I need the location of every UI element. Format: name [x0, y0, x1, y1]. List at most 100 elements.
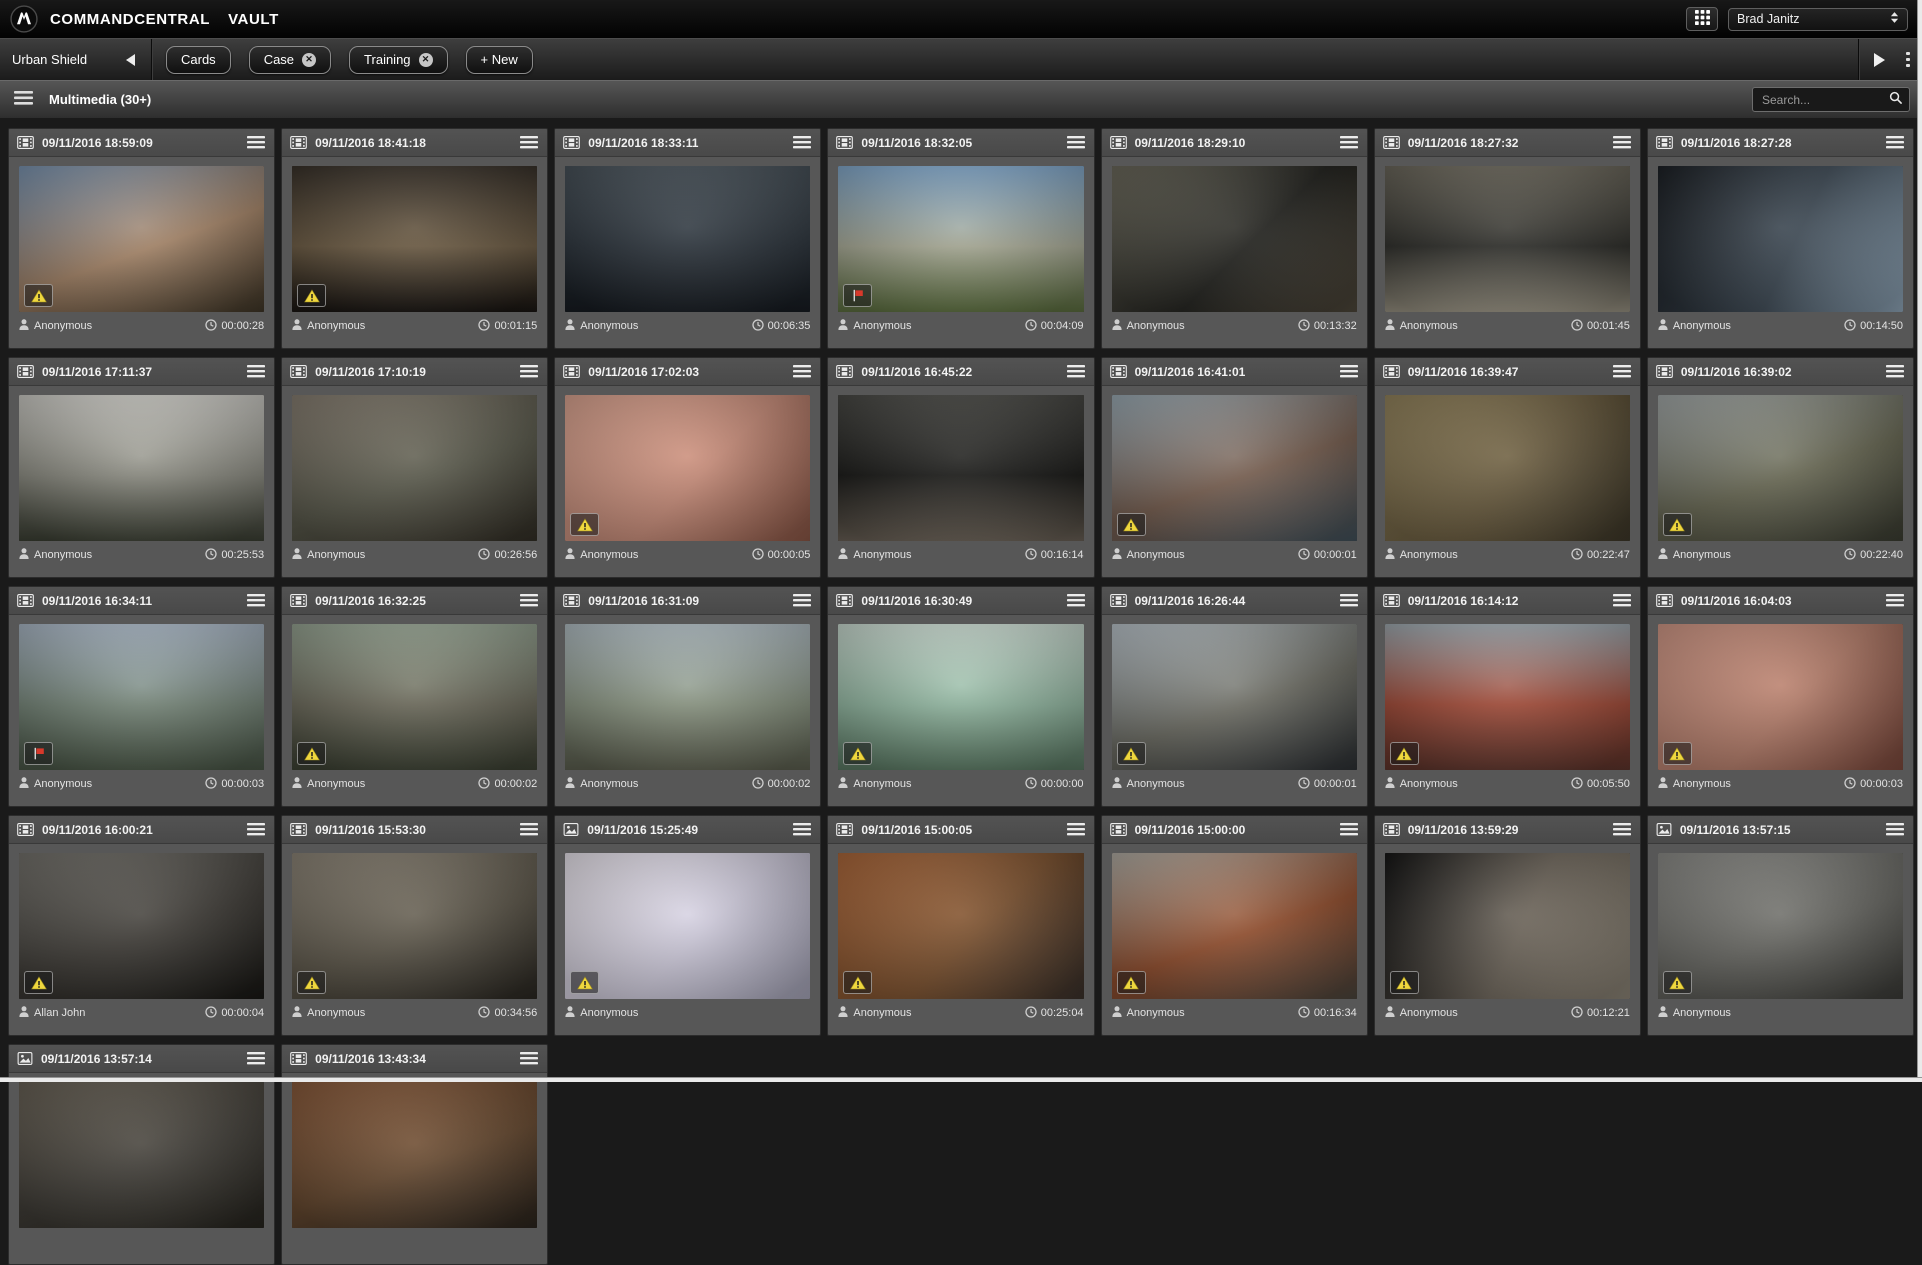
media-thumbnail[interactable]: [838, 395, 1083, 541]
media-thumbnail[interactable]: [1658, 624, 1903, 770]
media-thumbnail[interactable]: [1658, 853, 1903, 999]
section-menu-button[interactable]: [12, 89, 35, 110]
media-thumbnail[interactable]: [1112, 853, 1357, 999]
media-card[interactable]: 09/11/2016 16:26:44Anonymous00:00:01: [1101, 586, 1368, 807]
media-card[interactable]: 09/11/2016 16:04:03Anonymous00:00:03: [1647, 586, 1914, 807]
thumbnail-area[interactable]: [555, 157, 820, 312]
media-thumbnail[interactable]: [1658, 395, 1903, 541]
thumbnail-area[interactable]: [555, 844, 820, 999]
card-menu-button[interactable]: [792, 821, 812, 838]
media-card[interactable]: 09/11/2016 13:57:15Anonymous: [1647, 815, 1914, 1036]
tab-close-icon[interactable]: ✕: [302, 53, 316, 67]
card-menu-button[interactable]: [792, 134, 812, 151]
card-menu-button[interactable]: [1612, 363, 1632, 380]
search-icon[interactable]: [1889, 91, 1902, 109]
media-card[interactable]: 09/11/2016 16:41:01Anonymous00:00:01: [1101, 357, 1368, 578]
thumbnail-area[interactable]: [1375, 157, 1640, 312]
search-box[interactable]: [1752, 87, 1910, 112]
media-card[interactable]: 09/11/2016 16:39:47Anonymous00:22:47: [1374, 357, 1641, 578]
media-card[interactable]: 09/11/2016 13:59:29Anonymous00:12:21: [1374, 815, 1641, 1036]
thumbnail-area[interactable]: [9, 157, 274, 312]
card-menu-button[interactable]: [519, 592, 539, 609]
search-input[interactable]: [1760, 92, 1889, 108]
thumbnail-area[interactable]: [1375, 844, 1640, 999]
thumbnail-area[interactable]: [1102, 615, 1367, 770]
media-thumbnail[interactable]: [292, 624, 537, 770]
media-thumbnail[interactable]: [1385, 395, 1630, 541]
thumbnail-area[interactable]: [282, 844, 547, 999]
thumbnail-area[interactable]: [282, 386, 547, 541]
card-menu-button[interactable]: [1339, 134, 1359, 151]
collapse-left-icon[interactable]: [126, 54, 135, 66]
thumbnail-area[interactable]: [1648, 386, 1913, 541]
thumbnail-area[interactable]: [9, 386, 274, 541]
media-card[interactable]: 09/11/2016 16:39:02Anonymous00:22:40: [1647, 357, 1914, 578]
card-menu-button[interactable]: [246, 363, 266, 380]
thumbnail-area[interactable]: [9, 615, 274, 770]
media-card[interactable]: 09/11/2016 16:14:12Anonymous00:05:50: [1374, 586, 1641, 807]
media-thumbnail[interactable]: [1658, 166, 1903, 312]
media-card[interactable]: 09/11/2016 18:27:28Anonymous00:14:50: [1647, 128, 1914, 349]
card-menu-button[interactable]: [1612, 134, 1632, 151]
tab-training[interactable]: Training✕: [349, 46, 447, 74]
tab-cards[interactable]: Cards: [166, 46, 231, 74]
thumbnail-area[interactable]: [828, 615, 1093, 770]
thumbnail-area[interactable]: [828, 157, 1093, 312]
media-thumbnail[interactable]: [292, 1082, 537, 1228]
thumbnail-area[interactable]: [1648, 844, 1913, 999]
new-tab-button[interactable]: + New: [466, 46, 533, 74]
card-menu-button[interactable]: [1066, 363, 1086, 380]
thumbnail-area[interactable]: [1375, 386, 1640, 541]
thumbnail-area[interactable]: [555, 615, 820, 770]
media-thumbnail[interactable]: [292, 853, 537, 999]
media-thumbnail[interactable]: [1112, 624, 1357, 770]
card-menu-button[interactable]: [1885, 363, 1905, 380]
media-card[interactable]: 09/11/2016 16:31:09Anonymous00:00:02: [554, 586, 821, 807]
media-card[interactable]: 09/11/2016 18:59:09Anonymous00:00:28: [8, 128, 275, 349]
media-thumbnail[interactable]: [565, 395, 810, 541]
media-thumbnail[interactable]: [1385, 853, 1630, 999]
media-thumbnail[interactable]: [1112, 395, 1357, 541]
media-thumbnail[interactable]: [1385, 624, 1630, 770]
media-thumbnail[interactable]: [19, 624, 264, 770]
media-thumbnail[interactable]: [292, 395, 537, 541]
card-menu-button[interactable]: [792, 592, 812, 609]
thumbnail-area[interactable]: [828, 386, 1093, 541]
card-menu-button[interactable]: [519, 363, 539, 380]
thumbnail-area[interactable]: [1648, 615, 1913, 770]
media-card[interactable]: 09/11/2016 18:33:11Anonymous00:06:35: [554, 128, 821, 349]
media-thumbnail[interactable]: [838, 624, 1083, 770]
overflow-menu-icon[interactable]: [1900, 50, 1916, 70]
media-thumbnail[interactable]: [838, 166, 1083, 312]
media-thumbnail[interactable]: [838, 853, 1083, 999]
media-thumbnail[interactable]: [1112, 166, 1357, 312]
card-menu-button[interactable]: [519, 1050, 539, 1067]
user-menu[interactable]: Brad Janitz: [1728, 8, 1908, 31]
media-thumbnail[interactable]: [19, 395, 264, 541]
card-menu-button[interactable]: [246, 821, 266, 838]
media-card[interactable]: 09/11/2016 15:53:30Anonymous00:34:56: [281, 815, 548, 1036]
media-card[interactable]: 09/11/2016 18:27:32Anonymous00:01:45: [1374, 128, 1641, 349]
thumbnail-area[interactable]: [1102, 157, 1367, 312]
card-menu-button[interactable]: [246, 592, 266, 609]
card-menu-button[interactable]: [792, 363, 812, 380]
thumbnail-area[interactable]: [282, 615, 547, 770]
media-thumbnail[interactable]: [19, 166, 264, 312]
tab-close-icon[interactable]: ✕: [419, 53, 433, 67]
card-menu-button[interactable]: [1339, 363, 1359, 380]
media-card[interactable]: 09/11/2016 15:00:00Anonymous00:16:34: [1101, 815, 1368, 1036]
media-thumbnail[interactable]: [292, 166, 537, 312]
media-thumbnail[interactable]: [565, 166, 810, 312]
thumbnail-area[interactable]: [1102, 386, 1367, 541]
media-card[interactable]: 09/11/2016 18:29:10Anonymous00:13:32: [1101, 128, 1368, 349]
media-thumbnail[interactable]: [565, 853, 810, 999]
scroll-right-icon[interactable]: [1874, 53, 1885, 67]
media-card[interactable]: 09/11/2016 16:32:25Anonymous00:00:02: [281, 586, 548, 807]
thumbnail-area[interactable]: [282, 1073, 547, 1228]
media-thumbnail[interactable]: [565, 624, 810, 770]
thumbnail-area[interactable]: [1102, 844, 1367, 999]
card-menu-button[interactable]: [1885, 134, 1905, 151]
card-menu-button[interactable]: [519, 134, 539, 151]
media-card[interactable]: 09/11/2016 16:34:11Anonymous00:00:03: [8, 586, 275, 807]
card-menu-button[interactable]: [1612, 592, 1632, 609]
